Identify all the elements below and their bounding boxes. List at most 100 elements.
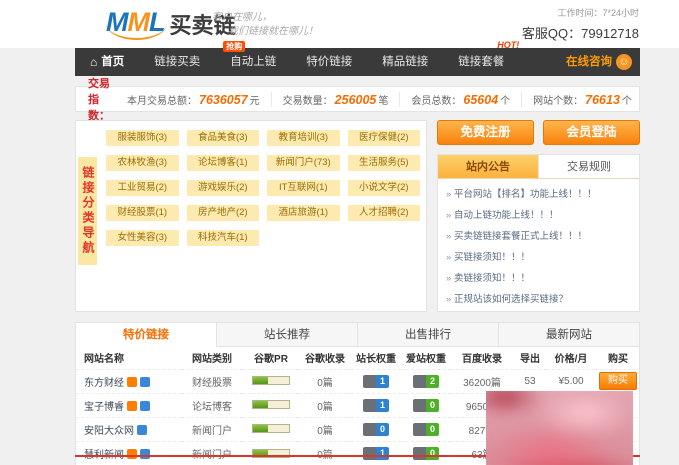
logo-letter: M xyxy=(128,7,150,37)
cell-site-name: 宝子博睿 xyxy=(76,393,181,417)
announcement-link[interactable]: 平台网站【排名】功能上线！！！ xyxy=(446,184,631,205)
nav-item-link-package[interactable]: HOT! 链接套餐 xyxy=(443,48,519,76)
nav-item-home[interactable]: ⌂ 首页 xyxy=(75,48,139,76)
slogan-line1: 客户在哪儿， xyxy=(212,11,318,25)
site-name-link[interactable]: 安阳大众网 xyxy=(84,426,134,437)
category-link[interactable]: 财经股票(1) xyxy=(106,205,179,221)
cell-google-index: 0篇 xyxy=(299,393,351,417)
site-name-link[interactable]: 东方财经 xyxy=(84,378,124,389)
contact-info: 工作时间：7*24小时 客服QQ：79912718 xyxy=(522,6,639,42)
logo-letter: M xyxy=(106,7,128,37)
aizhan-weight-badge: 0 xyxy=(413,423,439,436)
category-link[interactable]: 新闻门户(73) xyxy=(267,155,340,171)
cell-google-index: 0篇 xyxy=(299,369,351,393)
cell-aizhan-weight: 0 xyxy=(401,393,451,417)
announcement-link[interactable]: 买卖链链接套餐正式上线！！！ xyxy=(446,226,631,247)
nav-label: 特价链接 xyxy=(306,48,352,76)
cell-site-name: 东方财经 xyxy=(76,369,181,393)
category-link[interactable]: 农林牧渔(3) xyxy=(106,155,179,171)
account-panel: 免费注册 会员登陆 站内公告 交易规则 平台网站【排名】功能上线！！！ 自动上链… xyxy=(437,120,640,312)
col-buy: 购买 xyxy=(595,347,641,369)
category-link[interactable]: 酒店旅游(1) xyxy=(267,205,340,221)
cell-category: 财经股票 xyxy=(181,369,243,393)
announcement-link[interactable]: 买链接须知！！！ xyxy=(446,247,631,268)
nav-item-auto-link[interactable]: 抢购 自动上链 xyxy=(215,48,291,76)
aizhan-weight-badge: 2 xyxy=(413,375,439,388)
announcement-link[interactable]: 卖链接须知！！！ xyxy=(446,268,631,289)
pr-bar xyxy=(252,376,290,385)
nav-item-online-service[interactable]: 在线咨询 ☺ xyxy=(551,48,640,76)
rush-badge: 抢购 xyxy=(223,41,245,52)
snapshot-icon xyxy=(127,377,137,387)
col-category: 网站类别 xyxy=(181,347,243,369)
market-tabs: 特价链接 站长推荐 出售排行 最新网站 xyxy=(76,323,639,347)
category-link[interactable]: 食品美食(3) xyxy=(187,130,260,146)
col-site-name: 网站名称 xyxy=(76,347,181,369)
category-link[interactable]: 小说文学(2) xyxy=(348,180,421,196)
tab-sales-ranking[interactable]: 出售排行 xyxy=(357,323,498,347)
site-name-link[interactable]: 宝子博睿 xyxy=(84,402,124,413)
chinaz-weight-badge: 0 xyxy=(363,423,389,436)
col-export: 导出 xyxy=(513,347,547,369)
col-google-index: 谷歌收录 xyxy=(299,347,351,369)
tab-webmaster-picks[interactable]: 站长推荐 xyxy=(216,323,357,347)
cell-category: 新闻门户 xyxy=(181,417,243,441)
nav-label: 精品链接 xyxy=(382,48,428,76)
announcement-link[interactable]: 自动上链功能上线！！！ xyxy=(446,205,631,226)
trade-index-bar: 交易指数： 本月交易总额：7636057元 交易数量：256005笔 会员总数：… xyxy=(75,86,640,112)
category-link[interactable]: 生活服务(5) xyxy=(348,155,421,171)
nav-item-link-trade[interactable]: 链接买卖 xyxy=(139,48,215,76)
category-link[interactable]: 女性美容(3) xyxy=(106,230,179,246)
baidu-icon xyxy=(137,425,147,435)
worktime-text: 工作时间：7*24小时 xyxy=(522,6,639,19)
cell-baidu-index: 36200篇 xyxy=(451,369,513,393)
nav-label: 链接买卖 xyxy=(154,48,200,76)
category-link[interactable]: 医疗保健(2) xyxy=(348,130,421,146)
baidu-icon xyxy=(140,377,150,387)
category-side-label: 链接分类导航 xyxy=(78,157,97,265)
tab-site-announcements[interactable]: 站内公告 xyxy=(438,155,538,178)
cell-google-pr xyxy=(243,441,299,465)
nav-item-special-links[interactable]: 特价链接 xyxy=(291,48,367,76)
category-link[interactable]: 游戏娱乐(2) xyxy=(187,180,260,196)
cell-aizhan-weight: 0 xyxy=(401,417,451,441)
cell-chinaz-weight: 1 xyxy=(351,441,401,465)
service-avatar-icon: ☺ xyxy=(616,54,632,70)
cell-chinaz-weight: 1 xyxy=(351,393,401,417)
category-link[interactable]: IT互联网(1) xyxy=(267,180,340,196)
category-link[interactable]: 论坛博客(1) xyxy=(187,155,260,171)
tab-special-links[interactable]: 特价链接 xyxy=(76,323,216,347)
cell-aizhan-weight: 2 xyxy=(401,369,451,393)
chinaz-weight-badge: 1 xyxy=(363,447,389,460)
cell-export: 53 xyxy=(513,369,547,393)
table-header-row: 网站名称 网站类别 谷歌PR 谷歌收录 站长权重 爱站权重 百度收录 导出 价格… xyxy=(76,347,641,369)
category-link[interactable]: 科技汽车(1) xyxy=(187,230,260,246)
category-link[interactable]: 房产地产(2) xyxy=(187,205,260,221)
cell-google-pr xyxy=(243,393,299,417)
tab-trade-rules[interactable]: 交易规则 xyxy=(538,155,639,178)
cell-google-index: 0篇 xyxy=(299,441,351,465)
login-button[interactable]: 会员登陆 xyxy=(543,120,640,145)
stat-site-count: 网站个数：76613个 xyxy=(521,92,643,107)
cell-google-pr xyxy=(243,417,299,441)
category-link[interactable]: 人才招聘(2) xyxy=(348,205,421,221)
cell-chinaz-weight: 1 xyxy=(351,369,401,393)
category-link[interactable]: 教育培训(3) xyxy=(267,130,340,146)
col-google-pr: 谷歌PR xyxy=(243,347,299,369)
category-link[interactable]: 服装服饰(3) xyxy=(106,130,179,146)
nav-label: 链接套餐 xyxy=(458,48,504,76)
hot-badge: HOT! xyxy=(497,40,519,50)
cell-aizhan-weight: 0 xyxy=(401,441,451,465)
nav-item-premium-links[interactable]: 精品链接 xyxy=(367,48,443,76)
tab-newest-sites[interactable]: 最新网站 xyxy=(498,323,639,347)
slogan: 客户在哪儿， 我们链接就在哪儿！ xyxy=(212,11,318,39)
logo-letter: L xyxy=(149,7,165,37)
announcement-link[interactable]: 正规站该如何选择买链接？ xyxy=(446,289,631,310)
category-panel: 链接分类导航 服装服饰(3) 食品美食(3) 教育培训(3) 医疗保健(2) 农… xyxy=(75,120,427,312)
register-button[interactable]: 免费注册 xyxy=(437,120,534,145)
category-link[interactable]: 工业贸易(2) xyxy=(106,180,179,196)
stat-month-total: 本月交易总额：7636057元 xyxy=(116,92,271,107)
buy-button[interactable]: 购买 xyxy=(599,372,637,390)
main-section: 链接分类导航 服装服饰(3) 食品美食(3) 教育培训(3) 医疗保健(2) 农… xyxy=(75,120,640,312)
cell-site-name: 慧利新闻 xyxy=(76,441,181,465)
